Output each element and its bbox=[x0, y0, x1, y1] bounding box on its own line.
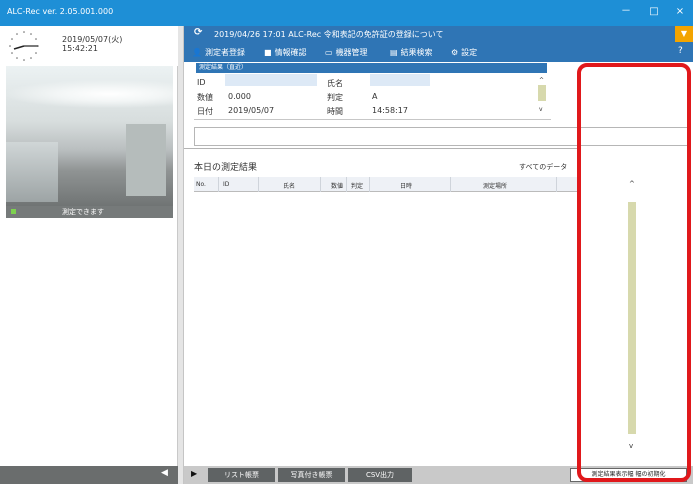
analog-clock-icon bbox=[9, 31, 39, 61]
main-menu: 👤 測定者登録 ■ 情報確認 ▭ 機器管理 ▤ 結果検索 ⚙ 設定 ? bbox=[184, 42, 693, 62]
list-report-button[interactable]: リスト帳票 bbox=[208, 468, 275, 482]
column-no[interactable]: No. bbox=[196, 181, 206, 188]
highlight-annotation bbox=[577, 63, 691, 482]
latest-result-title: 測定結果（直近） bbox=[196, 63, 547, 73]
measured-value: 0.000 bbox=[228, 92, 251, 101]
menu-result-search-label: 結果検索 bbox=[400, 48, 433, 57]
camera-screen-area bbox=[6, 142, 58, 202]
name-label: 氏名 bbox=[327, 79, 343, 88]
notice-text[interactable]: 2019/04/26 17:01 ALC-Rec 令和表記の免許証の登録について bbox=[214, 29, 443, 40]
latest-result-panel: 測定結果（直近） ID 氏名 数値 0.000 判定 A 日付 2019/05/… bbox=[194, 62, 551, 120]
column-divider bbox=[556, 177, 557, 192]
column-divider bbox=[369, 177, 370, 192]
app-title: ALC-Rec ver. 2.05.001.000 bbox=[7, 7, 114, 16]
id-label: ID bbox=[197, 78, 206, 87]
column-divider bbox=[450, 177, 451, 192]
clock-panel: 2019/05/07(火) 15:42:21 bbox=[0, 26, 178, 66]
menu-info-check[interactable]: ■ 情報確認 bbox=[264, 47, 307, 58]
calendar-icon: ▤ bbox=[390, 48, 398, 57]
reload-icon[interactable]: ⟳ bbox=[194, 27, 202, 38]
title-bar: ALC-Rec ver. 2.05.001.000 － □ × bbox=[0, 0, 693, 26]
menu-settings[interactable]: ⚙ 設定 bbox=[451, 47, 477, 58]
id-value-box bbox=[225, 74, 317, 86]
device-icon: ▭ bbox=[325, 48, 333, 57]
scroll-thumb[interactable] bbox=[538, 85, 546, 101]
close-button[interactable]: × bbox=[669, 4, 691, 20]
menu-device-management-label: 機器管理 bbox=[335, 48, 368, 57]
column-datetime[interactable]: 日時 bbox=[400, 181, 412, 190]
column-divider bbox=[320, 177, 321, 192]
menu-register-person[interactable]: 👤 測定者登録 bbox=[192, 47, 245, 58]
today-results-title: 本日の測定結果 bbox=[194, 163, 258, 173]
column-id[interactable]: ID bbox=[223, 181, 229, 188]
scroll-up-icon[interactable]: ^ bbox=[539, 77, 544, 84]
left-pane: 2019/05/07(火) 15:42:21 測定できます ◀ bbox=[0, 26, 178, 484]
judgement-value: A bbox=[372, 92, 378, 101]
camera-status-bar: 測定できます bbox=[6, 206, 173, 218]
column-value[interactable]: 数値 bbox=[331, 181, 343, 190]
name-value-box bbox=[370, 74, 430, 86]
person-icon: 👤 bbox=[192, 48, 202, 57]
menu-info-check-label: 情報確認 bbox=[274, 48, 307, 57]
notice-bar: ⟳ 2019/04/26 17:01 ALC-Rec 令和表記の免許証の登録につ… bbox=[184, 26, 693, 42]
judgement-label: 判定 bbox=[327, 93, 343, 102]
menu-result-search[interactable]: ▤ 結果検索 bbox=[390, 47, 433, 58]
collapse-left-icon[interactable]: ◀ bbox=[161, 468, 168, 478]
date-label: 日付 bbox=[197, 107, 213, 116]
column-name[interactable]: 氏名 bbox=[283, 181, 295, 190]
csv-export-button[interactable]: CSV出力 bbox=[348, 468, 412, 482]
status-indicator-icon bbox=[11, 209, 16, 214]
maximize-button[interactable]: □ bbox=[643, 4, 665, 20]
time-label: 時間 bbox=[327, 107, 343, 116]
column-divider bbox=[258, 177, 259, 192]
ceiling-light bbox=[6, 80, 173, 108]
scroll-down-icon[interactable]: v bbox=[539, 106, 543, 113]
expand-icon[interactable]: ▶ bbox=[191, 469, 197, 478]
value-label: 数値 bbox=[197, 93, 213, 102]
column-divider bbox=[346, 177, 347, 192]
help-icon[interactable]: ? bbox=[678, 46, 683, 56]
book-icon: ■ bbox=[264, 48, 272, 57]
camera-status-text: 測定できます bbox=[62, 208, 104, 216]
column-location[interactable]: 測定場所 bbox=[483, 181, 507, 190]
result-scrollbar[interactable]: ^ v bbox=[537, 73, 547, 120]
column-divider bbox=[218, 177, 219, 192]
menu-register-person-label: 測定者登録 bbox=[204, 48, 245, 57]
date-value: 2019/05/07 bbox=[228, 106, 275, 115]
time-value: 14:58:17 bbox=[372, 106, 408, 115]
camera-wall-area bbox=[126, 124, 166, 196]
menu-device-management[interactable]: ▭ 機器管理 bbox=[325, 47, 368, 58]
splitter[interactable] bbox=[178, 26, 184, 484]
results-table-header: No. ID 氏名 数値 判定 日時 測定場所 bbox=[194, 177, 577, 192]
photo-report-button[interactable]: 写真付き帳票 bbox=[278, 468, 345, 482]
menu-settings-label: 設定 bbox=[461, 48, 478, 57]
notice-dropdown-button[interactable]: ▼ bbox=[675, 26, 693, 42]
current-time: 15:42:21 bbox=[62, 44, 98, 53]
results-table-body[interactable] bbox=[194, 192, 577, 440]
gear-icon: ⚙ bbox=[451, 48, 459, 57]
column-judgement[interactable]: 判定 bbox=[351, 181, 363, 190]
filter-select[interactable]: すべてのデータ bbox=[519, 162, 567, 172]
minimize-button[interactable]: － bbox=[615, 4, 637, 20]
sidebar-footer: ◀ bbox=[0, 466, 178, 484]
camera-preview bbox=[6, 66, 173, 206]
